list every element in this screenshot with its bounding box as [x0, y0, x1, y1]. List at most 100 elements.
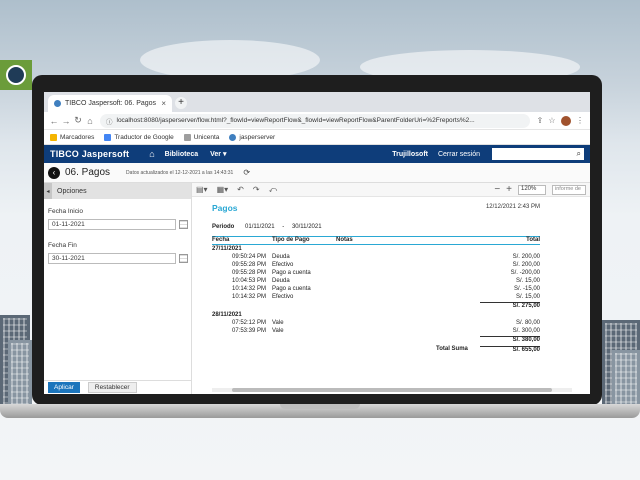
- bookmark-google-translate[interactable]: Traductor de Google: [104, 133, 174, 141]
- row-total: S/. 200,00: [512, 262, 540, 268]
- row-time: 10:04:53 PM: [232, 278, 267, 284]
- horizontal-scrollbar[interactable]: [212, 388, 572, 392]
- row-time: 09:50:24 PM: [232, 254, 267, 260]
- app-header: TIBCO Jaspersoft ⌂ Biblioteca Ver ▾ Truj…: [44, 145, 590, 163]
- zoom-select[interactable]: 120%: [518, 184, 546, 195]
- options-footer: Aplicar Restablecer: [44, 380, 192, 394]
- brand-logo: TIBCO Jaspersoft: [50, 149, 130, 159]
- period-sep: -: [282, 224, 285, 230]
- browser-tab[interactable]: TIBCO Jaspersoft: 06. Pagos ×: [48, 95, 172, 112]
- redo-icon[interactable]: ↷: [253, 185, 260, 194]
- calendar-icon[interactable]: [179, 254, 188, 263]
- total-label: Total Suma: [436, 346, 468, 352]
- home-icon[interactable]: ⌂: [84, 116, 96, 126]
- url-text: localhost:8080/jasperserver/flow.html?_f…: [116, 117, 475, 124]
- row-time: 09:55:28 PM: [232, 270, 267, 276]
- folder-icon: [50, 133, 57, 141]
- row-time: 07:53:39 PM: [232, 328, 267, 334]
- period-from: 01/11/2021: [245, 224, 275, 230]
- period-label: Periodo: [212, 224, 235, 230]
- report-page: Pagos 12/12/2021 2:43 PM Periodo 01/11/2…: [212, 203, 540, 355]
- row-time: 10:14:32 PM: [232, 294, 267, 300]
- column-total: Total: [526, 237, 540, 243]
- collapse-icon[interactable]: ◂: [44, 183, 52, 199]
- column-fecha: Fecha: [212, 237, 230, 243]
- new-tab-button[interactable]: +: [175, 97, 187, 109]
- row-total: S/. 15,00: [515, 278, 540, 284]
- report-viewer: ▤▾ ▦▾ ↶ ↷ ⤺ − + 120% informe de Pagos 12…: [192, 183, 590, 394]
- menu-ver[interactable]: Ver ▾: [210, 150, 226, 158]
- column-notas: Notas: [336, 237, 353, 243]
- info-icon: ⓘ: [106, 118, 113, 126]
- scrollbar-thumb[interactable]: [232, 388, 552, 392]
- calendar-icon[interactable]: [179, 220, 188, 229]
- bookmark-marcadores[interactable]: Marcadores: [50, 133, 95, 141]
- undo-all-icon[interactable]: ⤺: [269, 185, 278, 195]
- forward-arrow-icon[interactable]: →: [60, 116, 72, 126]
- grand-total: Total Suma S/. 655,00: [212, 346, 540, 355]
- laptop-base: [0, 404, 640, 418]
- translate-icon: [104, 133, 112, 141]
- zoom-out-icon[interactable]: −: [494, 184, 500, 195]
- tab-bar: TIBCO Jaspersoft: 06. Pagos × +: [44, 92, 590, 112]
- logout-link[interactable]: Cerrar sesión: [438, 151, 480, 158]
- end-date-label: Fecha Fin: [48, 242, 77, 249]
- cloud: [140, 40, 320, 80]
- row-tipo: Vale: [272, 320, 284, 326]
- reload-icon[interactable]: ↻: [72, 115, 84, 126]
- row-total: S/. 80,00: [515, 320, 540, 326]
- options-title: Opciones: [57, 187, 87, 195]
- apply-button[interactable]: Aplicar: [48, 382, 80, 393]
- export-icon[interactable]: ▤▾: [196, 185, 208, 194]
- page-title: 06. Pagos: [65, 167, 111, 178]
- profile-avatar[interactable]: [561, 115, 571, 126]
- subtotal-value: S/. 275,00: [480, 302, 540, 309]
- row-tipo: Deuda: [272, 254, 290, 260]
- jasper-favicon-icon: [54, 100, 61, 107]
- report-search-input[interactable]: informe de: [552, 184, 586, 195]
- report-period: Periodo 01/11/2021 - 30/11/2021: [212, 224, 540, 230]
- options-panel: ◂ Opciones Fecha Inicio 01-11-2021 Fecha…: [44, 183, 192, 394]
- user-name[interactable]: Trujillosoft: [392, 151, 428, 158]
- search-icon[interactable]: ⌕: [577, 149, 581, 159]
- star-icon[interactable]: ☆: [546, 116, 558, 125]
- bookmarks-bar: Marcadores Traductor de Google Unicenta …: [44, 130, 590, 145]
- table-row: 07:53:39 PM Vale S/. 300,00: [212, 328, 540, 336]
- file-icon: [183, 133, 191, 141]
- undo-icon[interactable]: ↶: [237, 185, 244, 194]
- close-tab-icon[interactable]: ×: [161, 99, 166, 108]
- back-arrow-icon[interactable]: ←: [48, 116, 60, 126]
- bookmark-label: Marcadores: [60, 133, 95, 141]
- refresh-icon[interactable]: ⟳: [243, 168, 250, 177]
- row-total: S/. -15,00: [513, 286, 540, 292]
- table-row: 07:52:12 PM Vale S/. 80,00: [212, 320, 540, 328]
- reset-button[interactable]: Restablecer: [87, 382, 137, 393]
- kebab-menu-icon[interactable]: ⋮: [574, 116, 586, 125]
- building: [612, 350, 640, 410]
- home-icon[interactable]: ⌂: [149, 149, 154, 159]
- bookmark-unicenta[interactable]: Unicenta: [183, 133, 219, 141]
- url-input[interactable]: ⓘ localhost:8080/jasperserver/flow.html?…: [100, 113, 530, 128]
- zoom-controls: − + 120% informe de: [494, 184, 586, 195]
- row-tipo: Vale: [272, 328, 284, 334]
- table-row: 09:50:24 PM Deuda S/. 200,00: [212, 254, 540, 262]
- row-tipo: Pago a cuenta: [272, 286, 311, 292]
- share-icon[interactable]: ⇪: [534, 116, 546, 125]
- group-subtotal: S/. 380,00: [212, 336, 540, 345]
- table-options-icon[interactable]: ▦▾: [217, 185, 229, 194]
- main-content: ◂ Opciones Fecha Inicio 01-11-2021 Fecha…: [44, 183, 590, 394]
- jasper-icon: [229, 133, 237, 141]
- row-time: 09:55:28 PM: [232, 262, 267, 268]
- bookmark-jasperserver[interactable]: jasperserver: [229, 133, 276, 141]
- start-date-input[interactable]: 01-11-2021: [48, 219, 176, 230]
- zoom-in-icon[interactable]: +: [506, 184, 512, 195]
- report-title-bar: ‹ 06. Pagos Datos actualizados el 12-12-…: [44, 163, 590, 183]
- end-date-input[interactable]: 30-11-2021: [48, 253, 176, 264]
- period-to: 30/11/2021: [291, 224, 322, 230]
- back-icon[interactable]: ‹: [48, 166, 60, 179]
- search-input[interactable]: ⌕: [492, 148, 584, 160]
- bookmark-label: jasperserver: [239, 133, 276, 141]
- menu-biblioteca[interactable]: Biblioteca: [165, 151, 198, 158]
- row-total: S/. 15,00: [515, 294, 540, 300]
- data-updated-info: Datos actualizados el 12-12-2021 a las 1…: [126, 169, 234, 176]
